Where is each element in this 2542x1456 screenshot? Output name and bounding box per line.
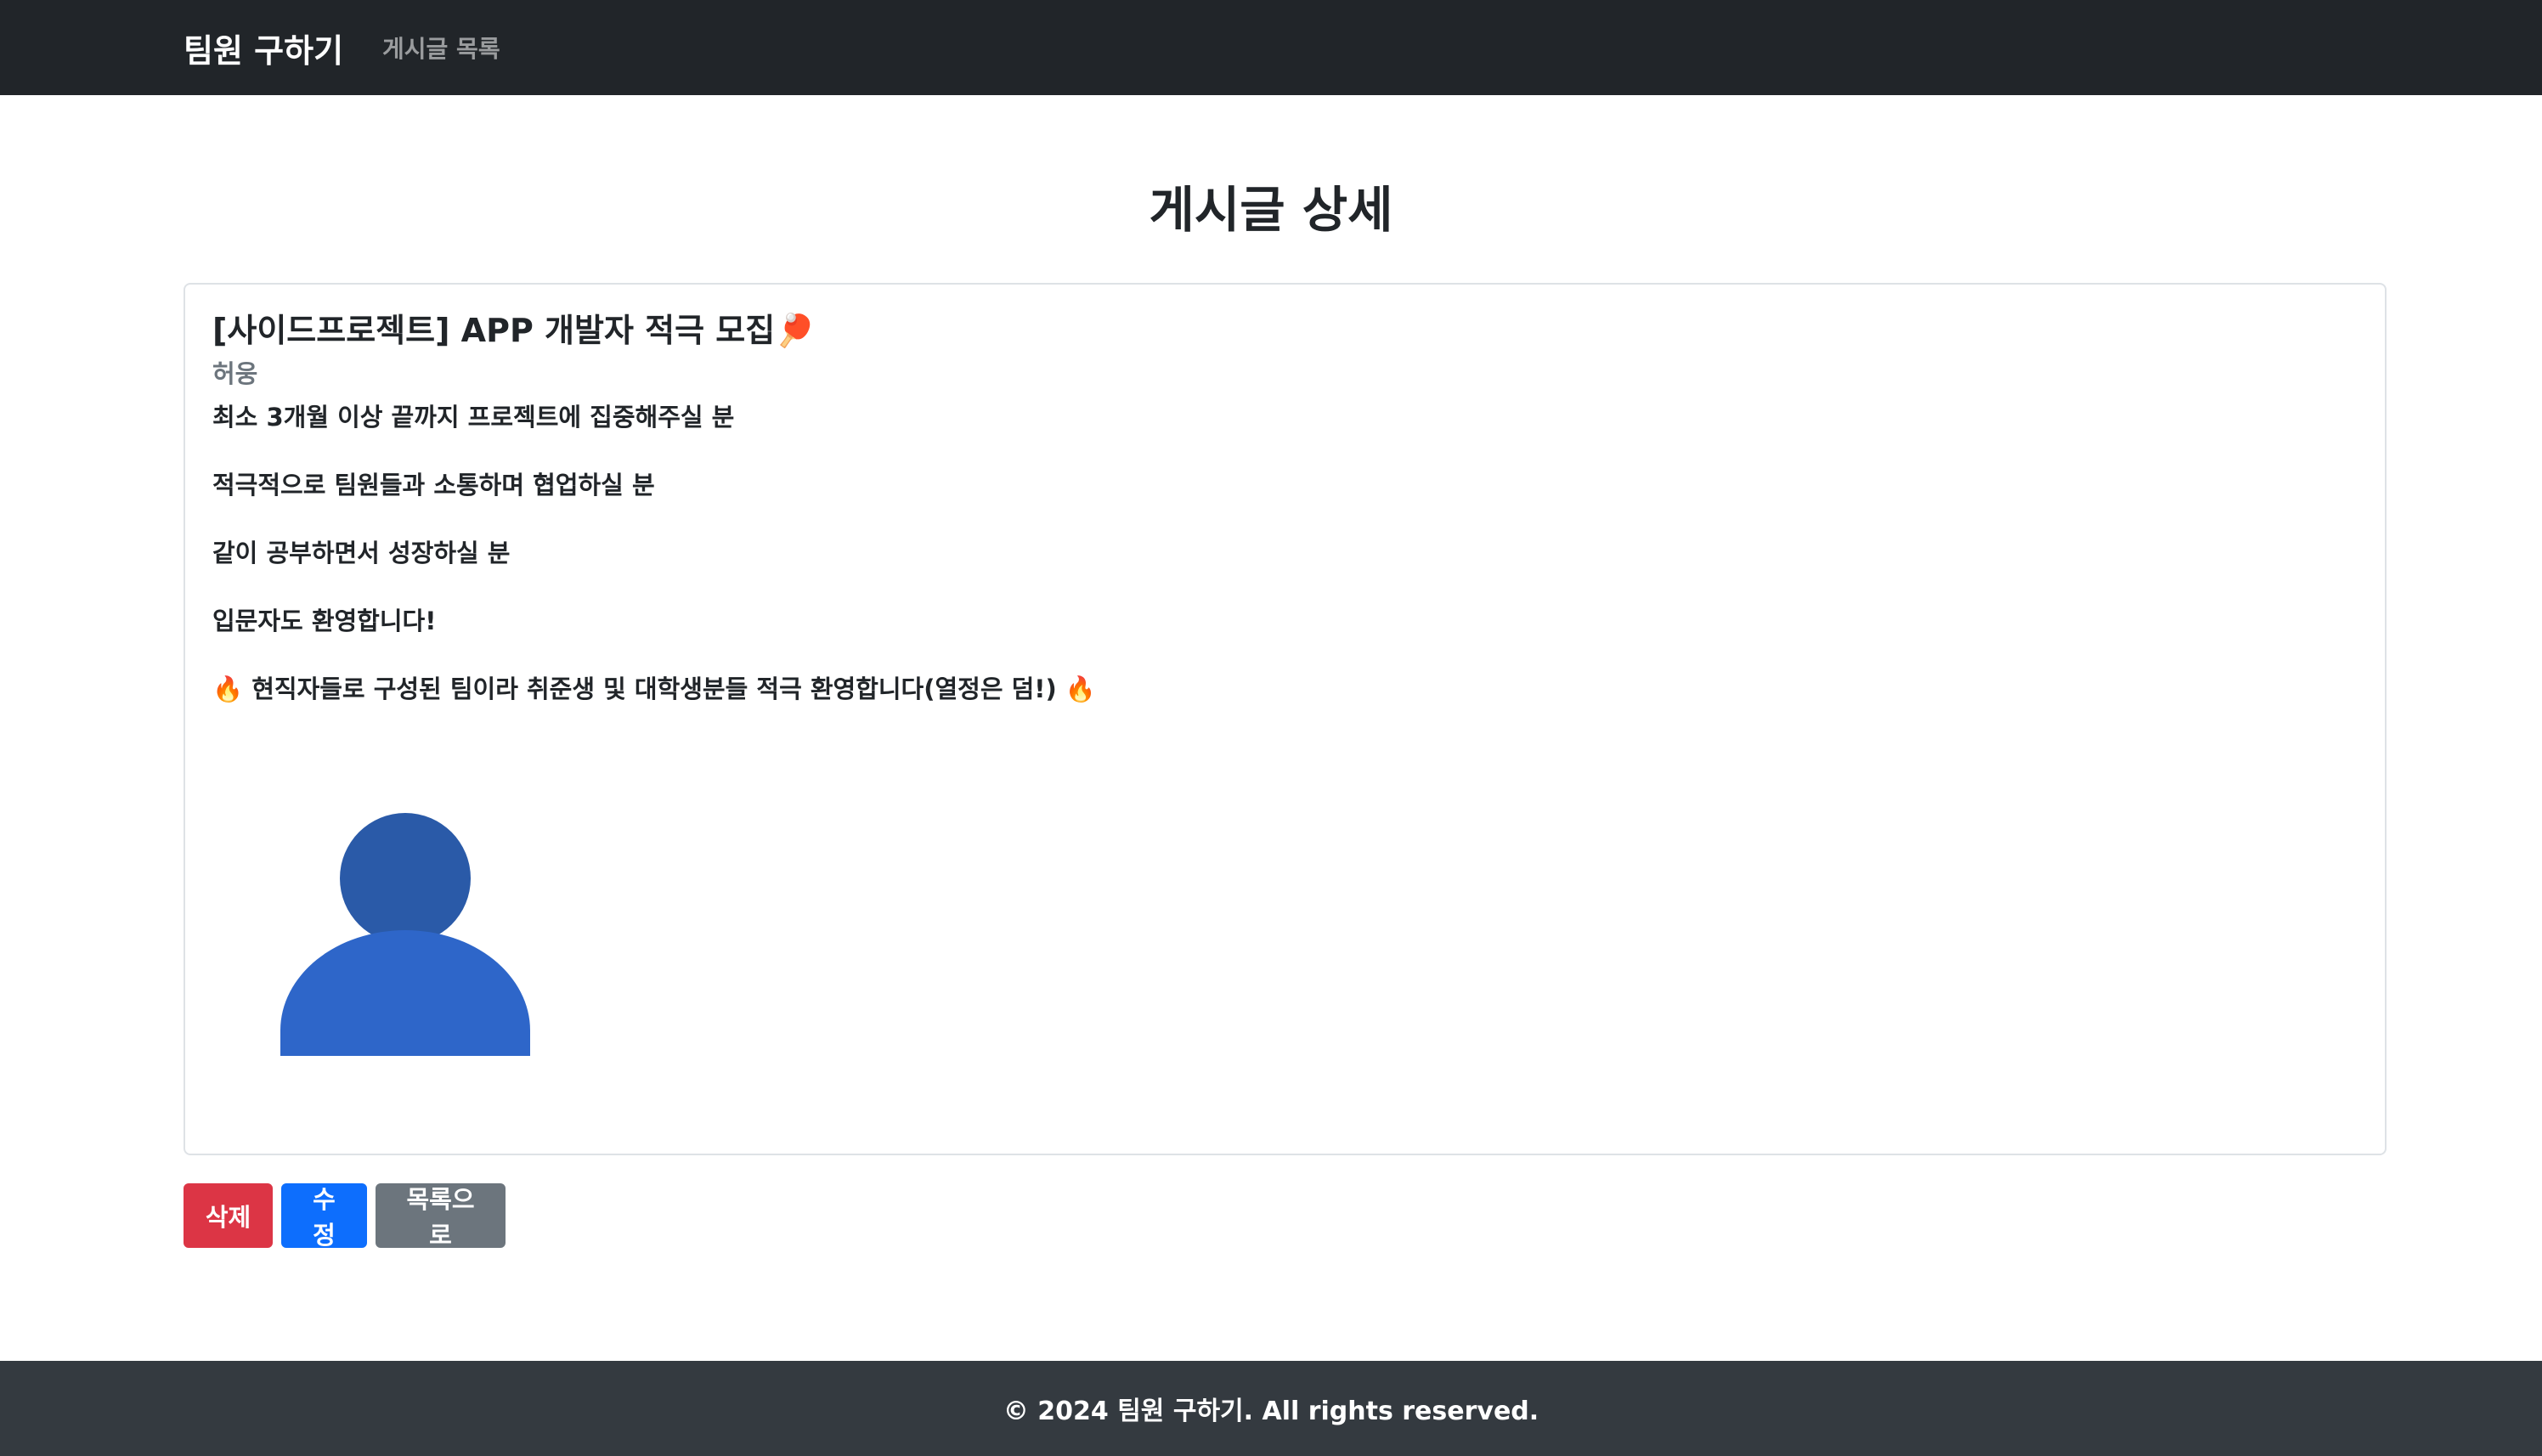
post-title: [사이드프로젝트] APP 개발자 적극 모집🏓 (212, 312, 816, 349)
top-navbar: 팀원 구하기 게시글 목록 (0, 0, 2542, 95)
action-buttons: 삭제 수정 목록으로 (184, 1183, 506, 1250)
user-avatar-icon (280, 813, 530, 1056)
post-card: [사이드프로젝트] APP 개발자 적극 모집🏓 허웅 최소 3개월 이상 끝까… (184, 283, 2387, 1155)
page-footer: © 2024 팀원 구하기. All rights reserved. (0, 1361, 2542, 1456)
post-body-line: 적극적으로 팀원들과 소통하며 협업하실 분 (212, 470, 655, 499)
back-to-list-button[interactable]: 목록으로 (376, 1183, 506, 1250)
post-body-line: 입문자도 환영합니다! (212, 606, 437, 635)
post-author: 허웅 (212, 359, 258, 389)
post-body-line: 🔥 현직자들로 구성된 팀이라 취준생 및 대학생분들 적극 환영합니다(열정은… (212, 674, 1096, 703)
delete-button[interactable]: 삭제 (184, 1183, 273, 1248)
post-body-line: 최소 3개월 이상 끝까지 프로젝트에 집중해주실 분 (212, 402, 735, 432)
post-body-line: 같이 공부하면서 성장하실 분 (212, 538, 511, 567)
edit-button[interactable]: 수정 (281, 1183, 367, 1250)
avatar-body (280, 930, 530, 1056)
post-body: 최소 3개월 이상 끝까지 프로젝트에 집중해주실 분 적극적으로 팀원들과 소… (212, 400, 2358, 740)
nav-link-post-list[interactable]: 게시글 목록 (382, 31, 500, 65)
page-title: 게시글 상세 (1149, 181, 1393, 239)
navbar-brand[interactable]: 팀원 구하기 (184, 25, 343, 71)
footer-copyright: © 2024 팀원 구하기. All rights reserved. (1003, 1397, 1539, 1426)
avatar-head (340, 813, 471, 944)
